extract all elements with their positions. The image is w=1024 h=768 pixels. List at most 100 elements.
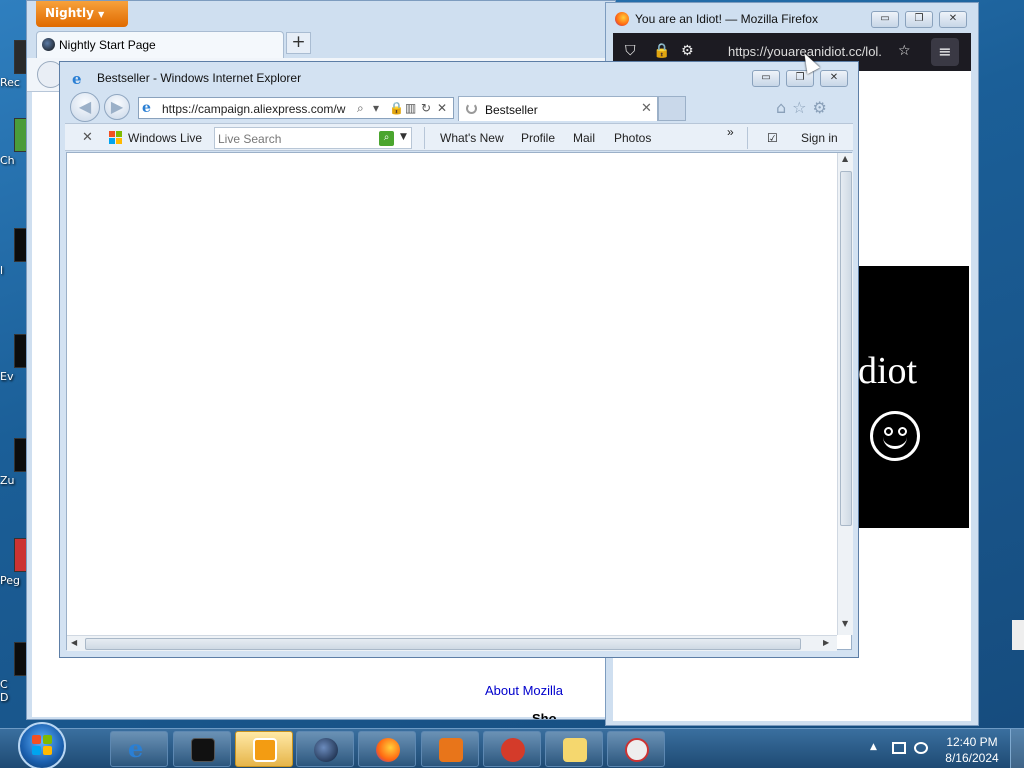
windows-live-link[interactable]: Windows Live [128, 131, 202, 145]
taskbar-explorer[interactable] [545, 731, 603, 767]
refresh-icon[interactable]: ↻ [421, 101, 431, 115]
snipping-tool-icon [625, 738, 649, 762]
ie-window: e Bestseller - Windows Internet Explorer… [59, 61, 859, 658]
ie-command-bar: ✕ Windows Live Live Search ⌕ ▼ What's Ne… [65, 123, 853, 151]
smiley-icon [870, 411, 920, 461]
desktop-icon-c[interactable]: CD [0, 642, 28, 704]
scroll-left-icon[interactable]: ◀ [71, 638, 77, 647]
permissions-icon[interactable]: ⚙ [681, 43, 694, 59]
scroll-down-icon[interactable]: ▼ [842, 619, 848, 628]
back-button[interactable]: ◀ [70, 92, 100, 122]
taskbar-firefox[interactable] [358, 731, 416, 767]
address-bar[interactable]: e https://campaign.aliexpress.com/w ⌕ ▾ … [138, 97, 454, 119]
forward-button[interactable]: ▶ [104, 94, 130, 120]
taskbar-pegasus[interactable] [483, 731, 541, 767]
search-go-icon[interactable]: ⌕ [379, 131, 394, 146]
start-button[interactable] [18, 722, 66, 768]
taskbar-media[interactable] [235, 731, 293, 767]
desktop-icon-app[interactable]: l [0, 228, 28, 277]
nightly-icon [314, 738, 338, 762]
taskbar-cmd[interactable] [173, 731, 231, 767]
bookmark-star-icon[interactable]: ☆ [898, 43, 911, 59]
desktop-icon-label: Peg [0, 574, 20, 587]
profile-link[interactable]: Profile [521, 131, 555, 145]
new-tab-button[interactable] [658, 96, 686, 121]
maximize-button[interactable]: ❐ [905, 11, 933, 28]
favorites-star-icon[interactable]: ☆ [792, 98, 806, 117]
new-tab-button[interactable]: + [286, 32, 311, 54]
clock[interactable]: 12:40 PM 8/16/2024 [944, 734, 1000, 766]
pegasus-icon [501, 738, 525, 762]
footer-text: Sho [532, 711, 557, 720]
chevron-down-icon: ▼ [98, 10, 105, 19]
idiot-banner [851, 266, 969, 528]
shield-icon[interactable]: ⛉ [625, 43, 636, 59]
chevron-down-icon[interactable]: ▾ [373, 101, 379, 115]
desktop-icon-label: Zu [0, 474, 15, 487]
show-hidden-icons-icon[interactable]: ▲ [870, 742, 877, 752]
about-mozilla-link[interactable]: About Mozilla [485, 683, 563, 698]
sign-in-link[interactable]: Sign in [801, 131, 838, 145]
search-icon[interactable]: ⌕ [357, 101, 364, 116]
window-title: You are an Idiot! — Mozilla Firefox [635, 12, 818, 26]
taskbar-snipping[interactable] [607, 731, 665, 767]
search-placeholder: Live Search [218, 132, 282, 146]
desktop-icon-label: Rec [0, 76, 20, 89]
show-desktop-button[interactable] [1010, 729, 1024, 768]
lock-icon[interactable]: 🔒 [653, 43, 670, 59]
scroll-right-icon[interactable]: ▶ [823, 638, 829, 647]
taskbar: e ▲ 12:40 PM 8/16/2024 [0, 722, 1024, 768]
mail-link[interactable]: Mail [573, 131, 595, 145]
ie-toolbar-icons: ⌂ ☆ ⚙ [776, 98, 833, 117]
scroll-up-icon[interactable]: ▲ [842, 154, 848, 163]
lock-icon[interactable]: 🔒 [389, 101, 404, 115]
whats-new-link[interactable]: What's New [440, 131, 504, 145]
vertical-scrollbar[interactable]: ▲ ▼ [837, 153, 853, 635]
windows-logo-icon [32, 735, 52, 755]
close-tab-icon[interactable]: ✕ [641, 101, 652, 116]
ie-logo-icon: e [72, 70, 82, 88]
taskbar-nightly[interactable] [296, 731, 354, 767]
taskbar-app[interactable] [421, 731, 479, 767]
stop-icon[interactable]: ✕ [437, 101, 447, 115]
horizontal-scrollbar[interactable]: ◀ ▶ [67, 635, 837, 651]
tab-bestseller[interactable]: Bestseller ✕ [458, 96, 658, 121]
gear-icon[interactable]: ⚙ [813, 98, 827, 117]
photos-link[interactable]: Photos [614, 131, 651, 145]
chevron-down-icon[interactable]: ▼ [400, 132, 407, 142]
desktop-icon-recycle[interactable]: Rec [0, 40, 28, 89]
ie-icon: e [128, 734, 144, 763]
compat-icon[interactable]: ▥ [405, 101, 416, 115]
close-button[interactable]: ✕ [939, 11, 967, 28]
folder-icon [563, 738, 587, 762]
tab-nightly-start[interactable]: Nightly Start Page [36, 31, 284, 58]
terminal-icon [191, 738, 215, 762]
system-tray: ▲ 12:40 PM 8/16/2024 [866, 729, 1024, 768]
app-icon [439, 738, 463, 762]
network-icon[interactable] [892, 742, 906, 754]
close-toolbar-icon[interactable]: ✕ [82, 130, 93, 145]
menu-button[interactable]: ≡ [931, 38, 959, 66]
desktop-icon-label: C [0, 678, 8, 691]
scroll-thumb[interactable] [840, 171, 852, 526]
minimize-button[interactable]: ▭ [752, 70, 780, 87]
checkbox-icon[interactable]: ☑ [767, 131, 778, 145]
desktop-icon-right[interactable] [1012, 620, 1024, 650]
desktop-icon-pegasus[interactable]: Peg [0, 538, 28, 587]
scroll-thumb[interactable] [85, 638, 801, 650]
volume-icon[interactable] [914, 742, 928, 754]
taskbar-ie[interactable]: e [110, 731, 168, 767]
desktop-icon-ev[interactable]: Ev [0, 334, 28, 383]
live-search-box[interactable]: Live Search ⌕ ▼ [214, 127, 412, 149]
desktop-icon-chrome[interactable]: Ch [0, 118, 28, 167]
minimize-button[interactable]: ▭ [871, 11, 899, 28]
more-chevron-icon[interactable]: » [727, 125, 734, 139]
close-button[interactable]: ✕ [820, 70, 848, 87]
url-field[interactable]: https://campaign.aliexpress.com/w [162, 102, 357, 116]
home-icon[interactable]: ⌂ [776, 98, 786, 117]
desktop-icon-label: Ch [0, 154, 15, 167]
desktop-icon-label: Ev [0, 370, 14, 383]
nightly-app-button[interactable]: Nightly ▼ [36, 1, 128, 27]
firefox-icon [376, 738, 400, 762]
desktop-icon-zu[interactable]: Zu [0, 438, 28, 487]
